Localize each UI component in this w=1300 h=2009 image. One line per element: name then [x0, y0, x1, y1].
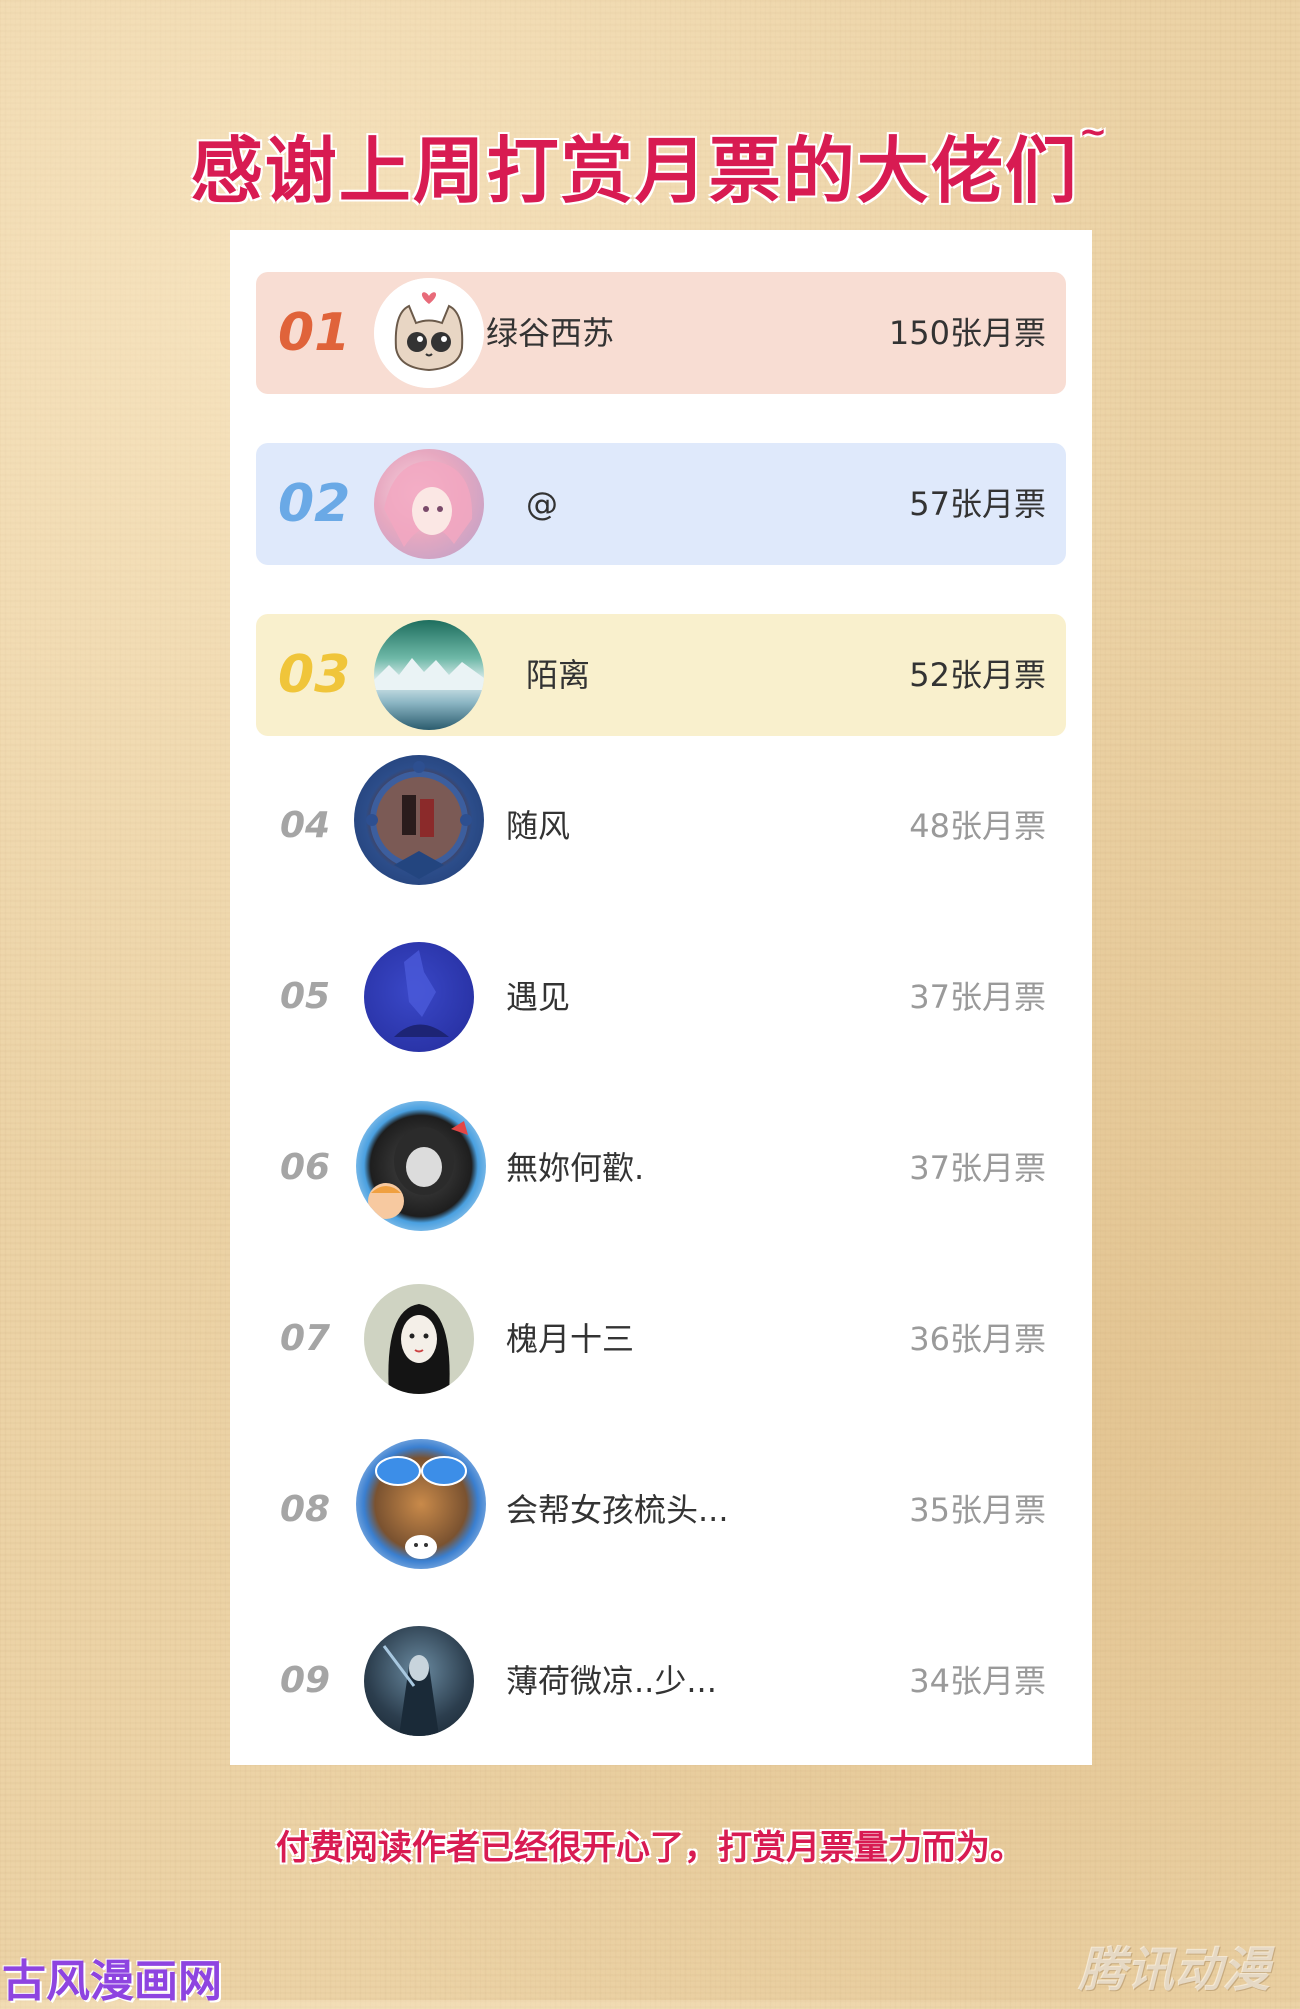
vote-count: 48张月票 [909, 807, 1046, 845]
rank-number: 05 [280, 976, 331, 1017]
watermark-right: 腾讯动漫 [1077, 1942, 1270, 1998]
user-name: 槐月十三 [506, 1320, 635, 1358]
vote-count: 37张月票 [909, 978, 1046, 1016]
user-name: 遇见 [506, 978, 571, 1016]
rank-number: 04 [280, 805, 331, 846]
aurora-landscape-avatar-icon[interactable] [374, 620, 484, 730]
page-title-text: 感谢上周打赏月票的大佬们 [190, 129, 1079, 213]
user-name: 無妳何歡. [506, 1149, 645, 1187]
user-name: 随风 [506, 807, 571, 845]
leaderboard-row-5: 05 遇见 37张月票 [256, 936, 1066, 1058]
leaderboard-row-1: 01 绿谷西苏 150张月票 [256, 272, 1066, 394]
vote-count: 150张月票 [888, 314, 1046, 352]
leaderboard-row-2: 02 @ 57张月票 [256, 443, 1066, 565]
leaderboard-row-6: 06 無妳何歡. 37张月票 [256, 1101, 1066, 1231]
dark-hair-boy-avatar-icon[interactable] [356, 1101, 486, 1231]
user-name: 薄荷微凉..少... [506, 1662, 717, 1700]
user-name: @ [526, 485, 558, 523]
leaderboard-row-4: 04 随风 48张月票 [256, 755, 1066, 887]
vote-count: 34张月票 [909, 1662, 1046, 1700]
rank-number: 09 [280, 1660, 331, 1701]
leaderboard-row-9: 09 薄荷微凉..少... 34张月票 [256, 1620, 1066, 1742]
title-tilde: ~ [1078, 112, 1110, 152]
rank-number: 08 [280, 1489, 331, 1530]
vote-count: 35张月票 [909, 1491, 1046, 1529]
rank-number: 01 [278, 303, 351, 363]
vote-count: 36张月票 [909, 1320, 1046, 1358]
footer-note: 付费阅读作者已经很开心了，打赏月票量力而为。 [276, 1828, 1024, 1868]
blue-figure-avatar-icon[interactable] [364, 942, 474, 1052]
rank-number: 03 [278, 645, 351, 705]
watermark-left: 古风漫画网 [2, 1956, 222, 2007]
page-title: 感谢上周打赏月票的大佬们~ [0, 112, 1300, 217]
user-name: 陌离 [526, 656, 591, 694]
girl-portrait-avatar-icon[interactable] [364, 1284, 474, 1394]
rank-number: 07 [280, 1318, 331, 1359]
user-name: 绿谷西苏 [486, 314, 615, 352]
leaderboard-panel: 01 绿谷西苏 150张月票 02 @ 57张月票 03 陌离 52张月票 04… [230, 230, 1092, 1765]
vote-count: 52张月票 [909, 656, 1046, 694]
cat-avatar-icon[interactable] [374, 278, 484, 388]
dark-warrior-avatar-icon[interactable] [364, 1626, 474, 1736]
pink-hair-anime-avatar-icon[interactable] [374, 449, 484, 559]
vote-count: 57张月票 [909, 485, 1046, 523]
user-name: 会帮女孩梳头... [506, 1491, 729, 1529]
leaderboard-row-3: 03 陌离 52张月票 [256, 614, 1066, 736]
sunglasses-frame-avatar-icon[interactable] [356, 1439, 486, 1569]
rank-number: 06 [280, 1147, 331, 1188]
leaderboard-row-7: 07 槐月十三 36张月票 [256, 1278, 1066, 1400]
framed-figures-avatar-icon[interactable] [354, 755, 484, 885]
rank-number: 02 [278, 474, 351, 534]
vote-count: 37张月票 [909, 1149, 1046, 1187]
leaderboard-row-8: 08 会帮女孩梳头... 35张月票 [256, 1439, 1066, 1571]
